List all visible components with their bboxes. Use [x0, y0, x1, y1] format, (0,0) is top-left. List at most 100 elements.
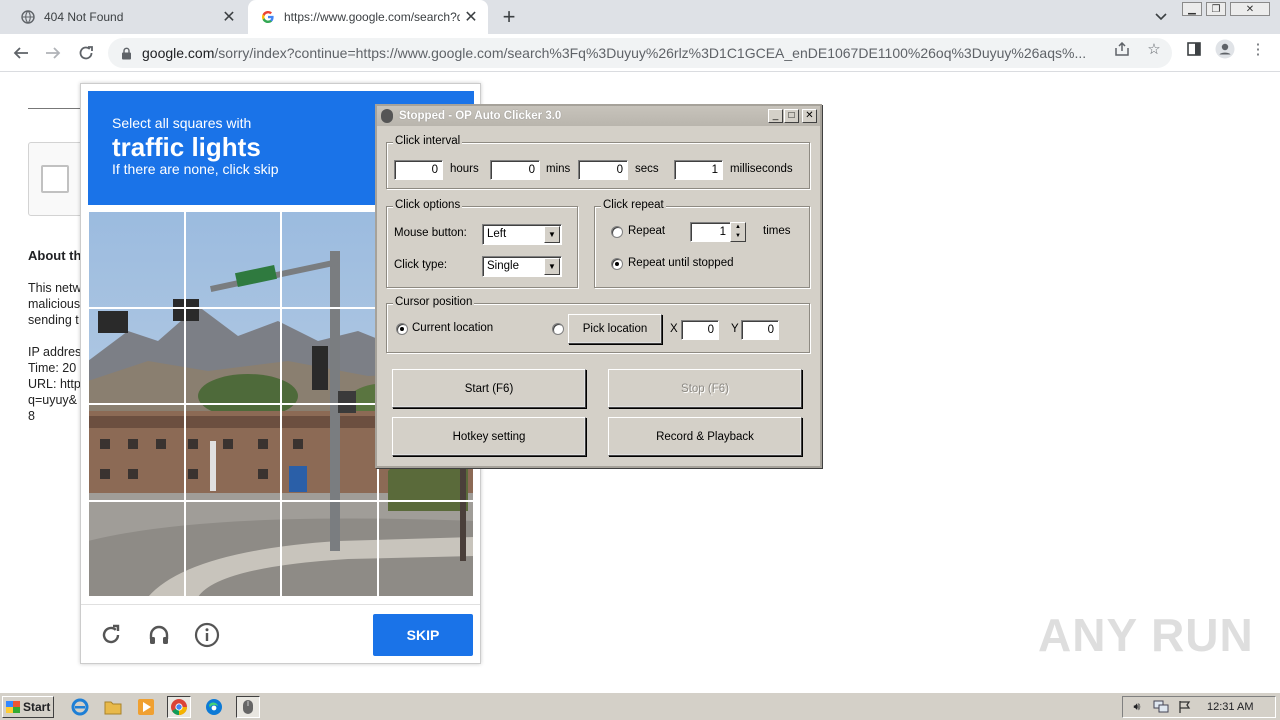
close-tab-icon[interactable]: ✕: [218, 6, 240, 28]
maximize-icon[interactable]: □: [784, 109, 799, 123]
secs-label: secs: [635, 163, 659, 175]
anyrun-watermark: ANY RUN: [1038, 609, 1254, 661]
grid-tile[interactable]: [88, 404, 185, 501]
grid-tile[interactable]: [184, 307, 281, 404]
about-text: This netw malicious sending t IP addres …: [28, 281, 82, 423]
start-button[interactable]: Start (F6): [392, 369, 586, 408]
click-type-select[interactable]: Single ▼: [482, 256, 562, 277]
side-panel-icon[interactable]: [1184, 39, 1204, 59]
close-window-icon[interactable]: ✕: [1230, 2, 1270, 16]
speaker-icon[interactable]: 🔊︎: [1129, 700, 1145, 714]
click-options-group: Click options Mouse button: Left ▼ Click…: [386, 199, 578, 288]
kebab-menu-icon[interactable]: ⋮: [1248, 39, 1268, 59]
new-tab-button[interactable]: +: [496, 4, 522, 30]
repeat-count-input[interactable]: 1: [690, 222, 731, 242]
url-path: /sorry/index?continue=https://www.google…: [214, 45, 1087, 61]
repeat-count-spinner[interactable]: ▲ ▼: [730, 222, 746, 242]
browser-toolbar: google.com/sorry/index?continue=https://…: [0, 34, 1280, 72]
network-icon[interactable]: [1153, 700, 1169, 714]
times-label: times: [763, 225, 791, 237]
grid-tile[interactable]: [184, 211, 281, 308]
spin-down-icon[interactable]: ▼: [731, 232, 745, 241]
group-label: Cursor position: [393, 296, 475, 308]
minimize-icon[interactable]: ▁: [1182, 2, 1202, 16]
auto-clicker-titlebar[interactable]: Stopped - OP Auto Clicker 3.0 _ □ ✕: [377, 106, 820, 126]
auto-clicker-taskbar-icon[interactable]: [236, 696, 260, 718]
repeat-radio[interactable]: [611, 226, 623, 238]
globe-icon: [20, 9, 36, 25]
reload-challenge-icon[interactable]: [97, 621, 125, 649]
file-explorer-icon[interactable]: [101, 696, 125, 718]
grid-tile[interactable]: [377, 500, 474, 597]
info-icon[interactable]: [193, 621, 221, 649]
click-repeat-group: Click repeat Repeat 1 ▲ ▼ times Repeat u…: [594, 199, 810, 288]
repeat-label: Repeat: [628, 225, 666, 237]
grid-tile[interactable]: [184, 500, 281, 597]
mouse-icon: [381, 109, 393, 123]
tab-404-not-found[interactable]: 404 Not Found ✕: [8, 0, 246, 34]
chrome-icon[interactable]: [167, 696, 191, 718]
hotkey-setting-button[interactable]: Hotkey setting: [392, 417, 586, 456]
repeat-until-stopped-radio[interactable]: [611, 258, 623, 270]
close-icon[interactable]: ✕: [802, 109, 817, 123]
internet-explorer-icon[interactable]: [68, 696, 92, 718]
start-label: Start: [23, 700, 51, 714]
url-text: google.com/sorry/index?continue=https://…: [142, 45, 1102, 61]
back-arrow-icon[interactable]: [8, 40, 34, 66]
headphones-icon[interactable]: [145, 621, 173, 649]
stop-button[interactable]: Stop (F6): [608, 369, 802, 408]
dropdown-arrow-icon[interactable]: ▼: [544, 226, 560, 243]
skip-button[interactable]: SKIP: [373, 614, 473, 656]
action-center-flag-icon[interactable]: [1177, 700, 1193, 714]
forward-arrow-icon[interactable]: [40, 40, 66, 66]
mins-label: mins: [546, 163, 571, 175]
x-input[interactable]: 0: [681, 320, 719, 340]
windows-logo-icon: [6, 701, 20, 713]
x-label: X: [670, 323, 678, 335]
tab-title: https://www.google.com/search?q=: [284, 10, 460, 24]
spin-up-icon[interactable]: ▲: [731, 223, 745, 232]
divider: [28, 108, 88, 109]
share-icon[interactable]: [1112, 39, 1132, 59]
media-player-icon[interactable]: [134, 696, 158, 718]
repeat-until-stopped-label: Repeat until stopped: [628, 257, 734, 269]
grid-tile[interactable]: [281, 307, 378, 404]
click-type-value: Single: [487, 260, 519, 272]
y-input[interactable]: 0: [741, 320, 779, 340]
dropdown-arrow-icon[interactable]: ▼: [544, 258, 560, 275]
challenge-footer: SKIP: [81, 604, 480, 664]
milliseconds-label: milliseconds: [730, 163, 793, 175]
tab-search-chevron-icon[interactable]: [1150, 6, 1172, 28]
pick-location-button[interactable]: Pick location: [568, 314, 662, 344]
grid-tile[interactable]: [281, 500, 378, 597]
recaptcha-checkbox[interactable]: [41, 165, 69, 193]
tab-google-search[interactable]: https://www.google.com/search?q= ✕: [248, 0, 488, 34]
start-button[interactable]: Start: [2, 696, 54, 718]
window-controls: ▁ ❐ ✕: [1182, 2, 1270, 16]
mins-input[interactable]: 0: [490, 160, 540, 180]
grid-tile[interactable]: [281, 404, 378, 501]
minimize-icon[interactable]: _: [768, 109, 783, 123]
secs-input[interactable]: 0: [578, 160, 628, 180]
hours-input[interactable]: 0: [394, 160, 443, 180]
reload-icon[interactable]: [73, 40, 99, 66]
grid-tile[interactable]: [184, 404, 281, 501]
close-tab-icon[interactable]: ✕: [460, 6, 482, 28]
address-bar[interactable]: google.com/sorry/index?continue=https://…: [108, 38, 1172, 68]
record-playback-button[interactable]: Record & Playback: [608, 417, 802, 456]
current-location-radio[interactable]: [396, 323, 408, 335]
bookmark-star-icon[interactable]: ☆: [1144, 39, 1164, 59]
restore-icon[interactable]: ❐: [1206, 2, 1226, 16]
grid-tile[interactable]: [281, 211, 378, 308]
edge-icon[interactable]: [202, 696, 226, 718]
pick-location-radio[interactable]: [552, 323, 564, 335]
grid-tile[interactable]: [88, 211, 185, 308]
lock-icon[interactable]: [118, 45, 134, 61]
grid-tile[interactable]: [88, 307, 185, 404]
mouse-button-select[interactable]: Left ▼: [482, 224, 562, 245]
clock[interactable]: 12:31 AM: [1207, 701, 1253, 713]
window-title: Stopped - OP Auto Clicker 3.0: [399, 110, 562, 122]
grid-tile[interactable]: [88, 500, 185, 597]
profile-avatar-icon[interactable]: [1215, 39, 1235, 59]
milliseconds-input[interactable]: 1: [674, 160, 723, 180]
